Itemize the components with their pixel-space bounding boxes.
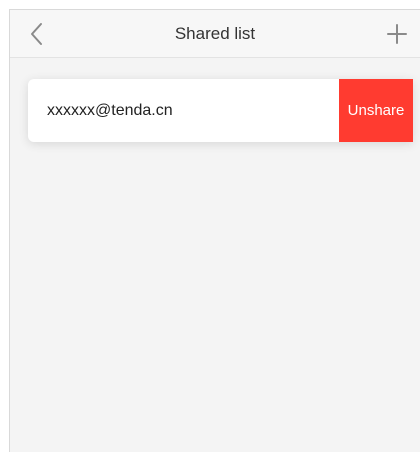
page-title: Shared list	[174, 24, 256, 43]
plus-icon	[387, 24, 407, 44]
unshare-button[interactable]: Unshare	[339, 79, 413, 142]
navigation-bar: Shared list	[10, 10, 420, 58]
shared-list: xxxxxx@tenda.cn Unshare	[10, 58, 420, 452]
add-share-button[interactable]	[384, 21, 410, 47]
shared-email: xxxxxx@tenda.cn	[47, 102, 173, 119]
app-screen: Shared list xxxxxx@tenda.cn Unshare	[9, 9, 420, 452]
shared-list-item[interactable]: xxxxxx@tenda.cn Unshare	[28, 79, 413, 142]
